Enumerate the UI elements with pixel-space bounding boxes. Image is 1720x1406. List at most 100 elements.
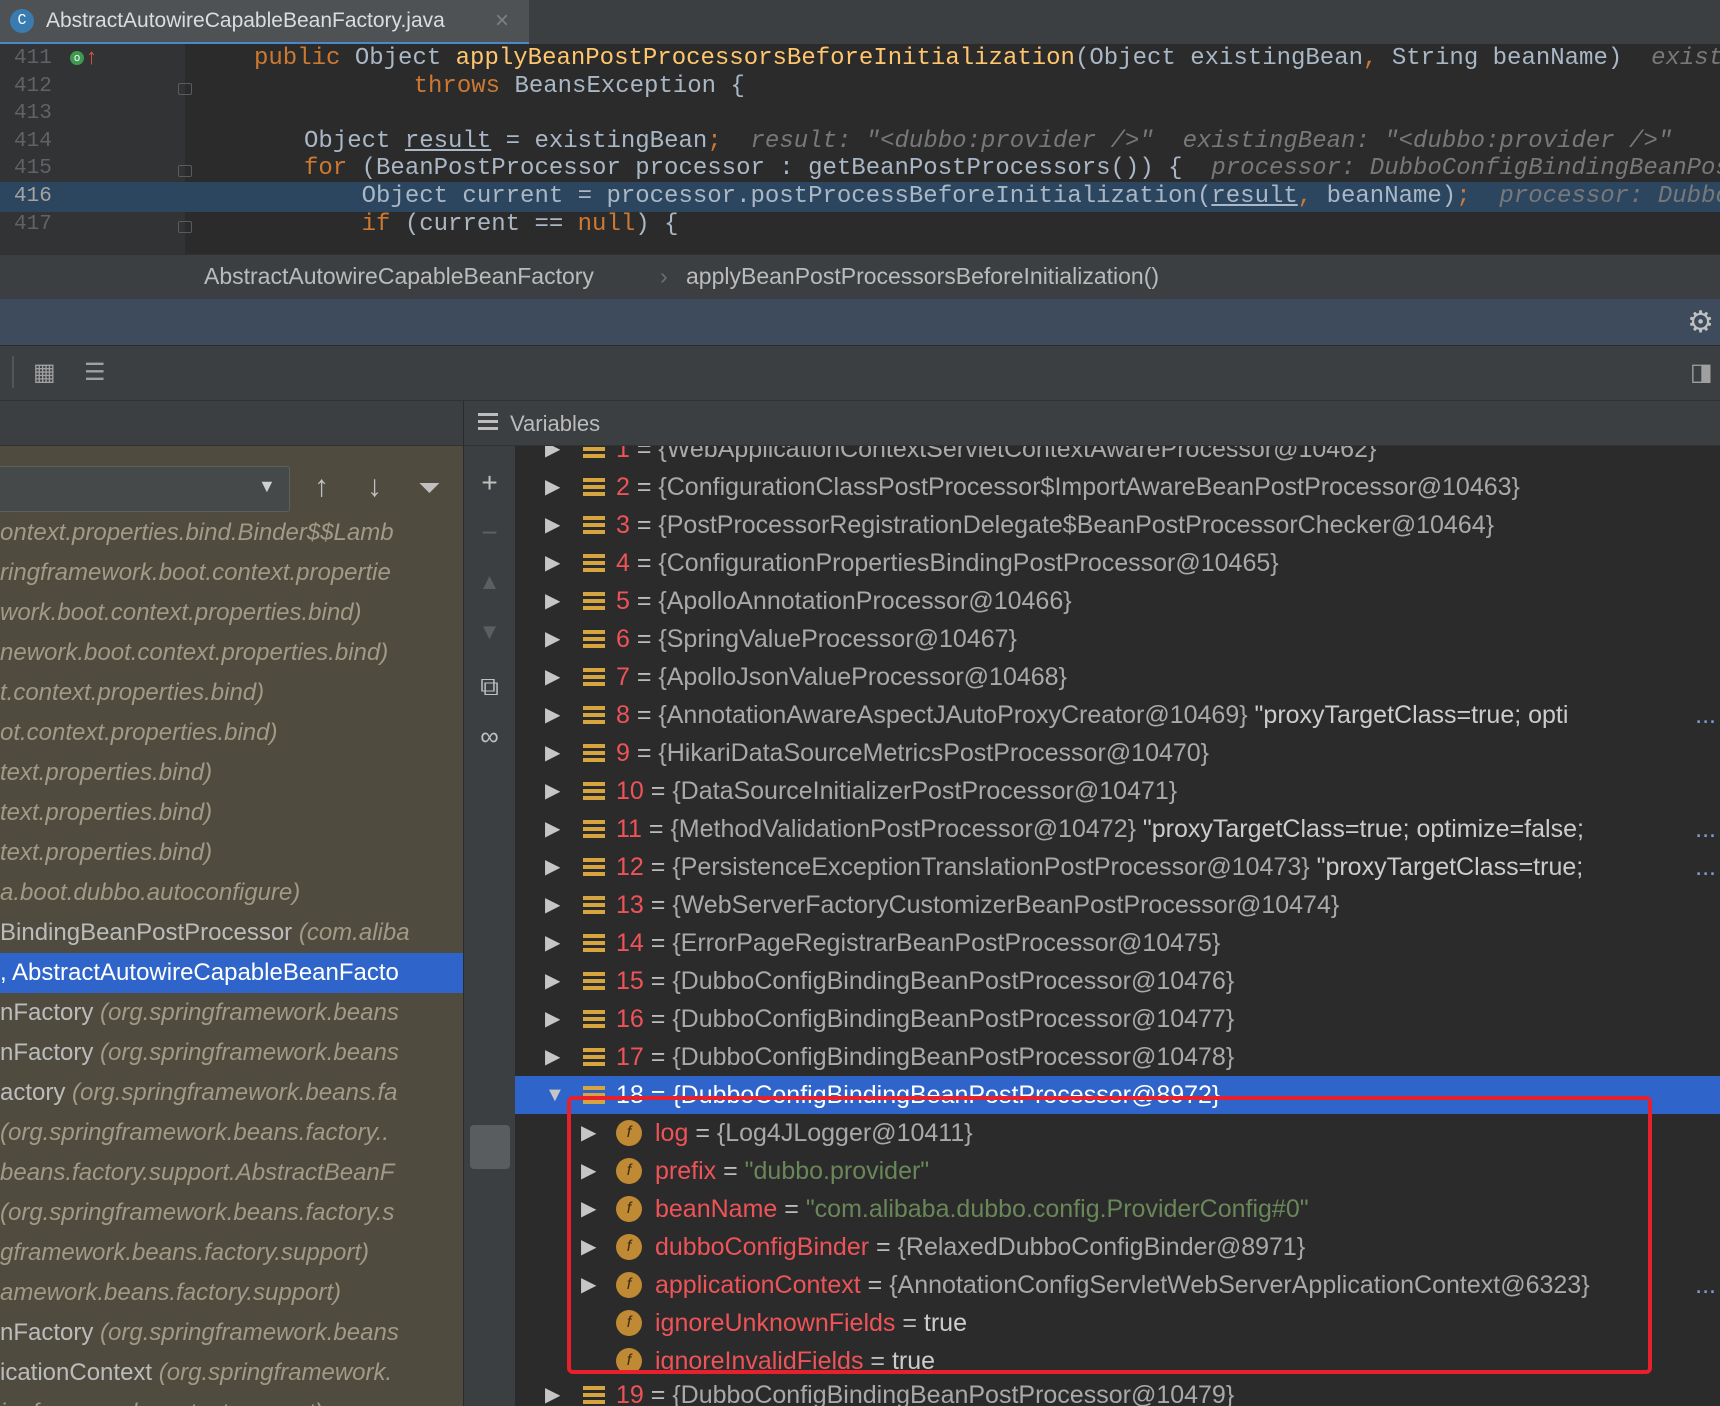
table-view-icon[interactable]: ▦ [33,358,56,387]
frame-item[interactable]: ringframework.boot.context.propertie [0,553,463,593]
frame-item[interactable]: icationContext (org.springframework. [0,1353,463,1393]
code-line[interactable]: 416 Object current = processor.postProce… [0,182,1720,212]
frame-item[interactable]: ot.context.properties.bind) [0,713,463,753]
variable-row[interactable]: ▶ 14 = {ErrorPageRegistrarBeanPostProcess… [515,924,1720,962]
layout-icon[interactable]: ◨ [1690,358,1713,387]
expand-triangle-icon[interactable]: ▶ [545,696,560,734]
move-up-icon[interactable]: ▲ [464,569,515,595]
move-down-icon[interactable]: ▼ [464,619,515,645]
breadcrumb-class[interactable]: AbstractAutowireCapableBeanFactory [204,263,594,290]
expand-triangle-icon[interactable]: ▶ [545,848,560,886]
frame-item[interactable]: work.boot.context.properties.bind) [0,593,463,633]
fold-icon[interactable] [178,82,192,95]
filter-icon[interactable]: ⏷ [418,472,440,505]
variable-row[interactable]: ▶ 6 = {SpringValueProcessor@10467} [515,620,1720,658]
close-icon[interactable]: × [495,7,509,35]
frame-item[interactable]: ingframework.context.support) [0,1393,463,1406]
ellipsis: ... [1695,815,1716,843]
variable-row[interactable]: ▶ 10 = {DataSourceInitializerPostProcesso… [515,772,1720,810]
copy-icon[interactable]: ⧉ [464,671,515,703]
frame-item[interactable]: actory (org.springframework.beans.fa [0,1073,463,1113]
variable-row[interactable]: ▶ 12 = {PersistenceExceptionTranslationPo… [515,848,1720,886]
expand-triangle-icon[interactable]: ▶ [545,886,560,924]
frame-item[interactable]: gframework.beans.factory.support) [0,1233,463,1273]
code-line[interactable]: 411 public Object applyBeanPostProcessors… [0,44,1720,74]
line-number: 412 [14,74,52,98]
add-watch-icon[interactable]: + [464,467,515,499]
frame-item[interactable]: text.properties.bind) [0,793,463,833]
fold-icon[interactable] [178,165,192,178]
code-line[interactable]: 415 for (BeanPostProcessor processor : ge… [0,154,1720,184]
frame-item[interactable]: text.properties.bind) [0,753,463,793]
variable-row[interactable]: ▶ 8 = {AnnotationAwareAspectJAutoProxyCre… [515,696,1720,734]
variable-row[interactable]: ▶ 9 = {HikariDataSourceMetricsPostProcess… [515,734,1720,772]
chevron-down-icon[interactable]: ▼ [258,476,276,497]
code-token: applyBeanPostProcessorsBeforeInitializat… [455,45,1075,72]
breadcrumb-method[interactable]: applyBeanPostProcessorsBeforeInitializat… [686,263,1159,290]
variable-row[interactable]: ▶ 3 = {PostProcessorRegistrationDelegate$… [515,506,1720,544]
variable-row[interactable]: ▶ 1 = {WebApplicationContextServletContex… [515,446,1720,468]
frame-item-selected[interactable]: , AbstractAutowireCapableBeanFacto [0,953,463,993]
arrow-up-icon[interactable]: ↑ [314,470,329,504]
expand-triangle-icon[interactable]: ▶ [545,620,560,658]
fold-icon[interactable] [178,220,192,233]
expand-triangle-icon[interactable]: ▶ [545,544,560,582]
expand-triangle-icon[interactable]: ▶ [545,734,560,772]
frame-item[interactable]: nFactory (org.springframework.beans [0,993,463,1033]
frame-package: t.context.properties.bind) [0,679,265,706]
expand-triangle-icon[interactable]: ▶ [545,658,560,696]
expand-triangle-icon[interactable]: ▶ [545,1000,560,1038]
variable-row[interactable]: ▶ 17 = {DubboConfigBindingBeanPostProcess… [515,1038,1720,1076]
expand-triangle-icon[interactable]: ▶ [545,810,560,848]
variable-row[interactable]: ▶ 19 = {DubboConfigBindingBeanPostProcess… [515,1376,1720,1406]
frame-item[interactable]: a.boot.dubbo.autoconfigure) [0,873,463,913]
variable-row[interactable]: ▶ 7 = {ApolloJsonValueProcessor@10468} [515,658,1720,696]
frame-method: actory [0,1079,73,1106]
variable-row[interactable]: ▶ 11 = {MethodValidationPostProcessor@104… [515,810,1720,848]
expand-triangle-icon[interactable]: ▶ [545,772,560,810]
code-line[interactable]: 412 throws BeansException { [0,72,1720,102]
thread-selector[interactable] [0,466,290,512]
code-line[interactable]: 414 Object result = existingBean; result:… [0,127,1720,157]
equals-sign: = [643,853,673,881]
expand-triangle-icon[interactable]: ▶ [545,468,560,506]
frame-item[interactable]: (org.springframework.beans.factory.s [0,1193,463,1233]
frame-item[interactable]: ontext.properties.bind.Binder$$Lamb [0,513,463,553]
frame-item[interactable]: beans.factory.support.AbstractBeanF [0,1153,463,1193]
show-watches-button[interactable] [470,1125,510,1169]
variable-row[interactable]: ▶ 4 = {ConfigurationPropertiesBindingPost… [515,544,1720,582]
variable-row[interactable]: ▶ 16 = {DubboConfigBindingBeanPostProcess… [515,1000,1720,1038]
frame-item[interactable]: nework.boot.context.properties.bind) [0,633,463,673]
arrow-down-icon[interactable]: ↓ [367,470,382,504]
code-line[interactable]: 417 if (current == null) { [0,210,1720,240]
frame-item[interactable]: amework.beans.factory.support) [0,1273,463,1313]
expand-triangle-icon[interactable]: ▶ [545,506,560,544]
equals-sign: = [643,1005,673,1033]
code-editor[interactable]: 411 public Object applyBeanPostProcessors… [0,44,1720,254]
expand-triangle-icon[interactable]: ▶ [545,1376,560,1406]
expand-triangle-icon[interactable]: ▶ [545,1038,560,1076]
code-token: processor: DubboCo [1499,183,1720,210]
code-line[interactable]: 413 [0,99,1720,129]
frame-item[interactable]: nFactory (org.springframework.beans [0,1313,463,1353]
expand-triangle-icon[interactable]: ▶ [545,582,560,620]
frame-item[interactable]: t.context.properties.bind) [0,673,463,713]
variable-row[interactable]: ▶ 13 = {WebServerFactoryCustomizerBeanPos… [515,886,1720,924]
variable-row[interactable]: ▶ 2 = {ConfigurationClassPostProcessor$Im… [515,468,1720,506]
code-token: (current == [404,210,578,238]
gear-icon[interactable]: ⚙ [1687,305,1714,340]
frame-item[interactable]: (org.springframework.beans.factory.. [0,1113,463,1153]
list-view-icon[interactable]: ☰ [84,358,106,387]
frame-item[interactable]: text.properties.bind) [0,833,463,873]
variable-row[interactable]: ▶ 5 = {ApolloAnnotationProcessor@10466} [515,582,1720,620]
remove-watch-icon[interactable]: − [464,517,515,549]
expand-triangle-icon[interactable]: ▶ [545,962,560,1000]
collapse-triangle-icon[interactable]: ▼ [545,1076,565,1114]
override-icon[interactable]: o [70,51,84,65]
expand-triangle-icon[interactable]: ▶ [545,446,560,468]
variable-row[interactable]: ▶ 15 = {DubboConfigBindingBeanPostProcess… [515,962,1720,1000]
frame-item[interactable]: BindingBeanPostProcessor (com.aliba [0,913,463,953]
frame-item[interactable]: nFactory (org.springframework.beans [0,1033,463,1073]
expand-triangle-icon[interactable]: ▶ [545,924,560,962]
editor-tab[interactable]: C AbstractAutowireCapableBeanFactory.jav… [0,0,529,45]
